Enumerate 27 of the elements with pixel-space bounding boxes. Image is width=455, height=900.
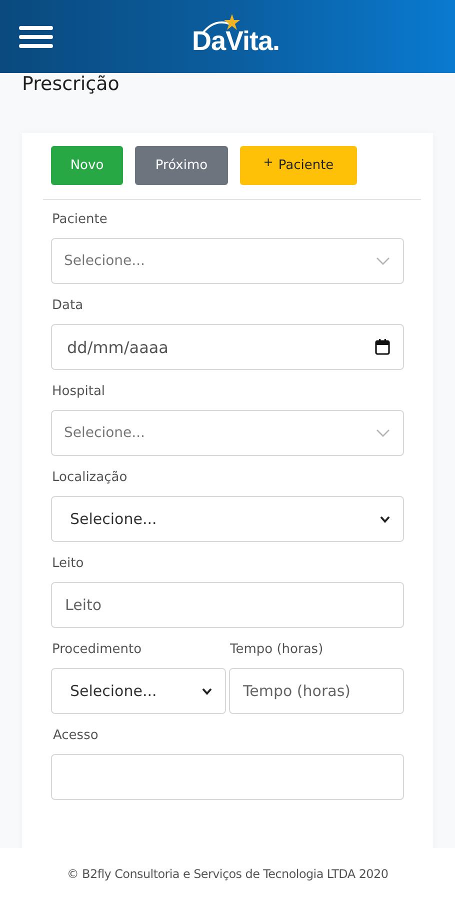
field-label: Procedimento — [51, 642, 143, 657]
input-field[interactable]: Leito — [51, 582, 404, 628]
chevron-down-icon — [376, 257, 390, 265]
logo: DaVita. — [192, 28, 280, 55]
select-field[interactable]: Selecione... — [51, 410, 404, 456]
calendar-icon[interactable] — [375, 339, 390, 355]
chevron-down-icon — [202, 688, 212, 694]
select-field[interactable] — [51, 754, 404, 800]
field-label: Hospital — [51, 384, 106, 399]
field-label: Paciente — [51, 212, 108, 227]
select-field[interactable]: Selecione... — [51, 238, 404, 284]
select-field[interactable]: Selecione... — [51, 496, 404, 542]
field-label: Data — [51, 298, 84, 313]
page-title: Prescrição — [22, 73, 120, 97]
next-button[interactable]: Próximo — [135, 146, 228, 185]
field-label: Acesso — [52, 728, 100, 743]
copyright-text: © B2fly Consultoria e Serviços de Tecnologia LTDA 2020 — [66, 867, 388, 881]
field-label: Localização — [51, 470, 128, 485]
input-field[interactable]: Tempo (horas) — [229, 668, 404, 714]
date-field[interactable]: dd/mm/aaaa — [51, 324, 404, 370]
add-patient-button[interactable]: + Paciente — [240, 146, 357, 185]
select-field[interactable]: Selecione... — [51, 668, 226, 714]
chevron-down-icon — [376, 429, 390, 437]
field-label: Tempo (horas) — [229, 642, 324, 657]
menu-icon[interactable] — [19, 24, 53, 48]
field-label: Leito — [51, 556, 85, 571]
chevron-down-icon — [380, 516, 390, 522]
